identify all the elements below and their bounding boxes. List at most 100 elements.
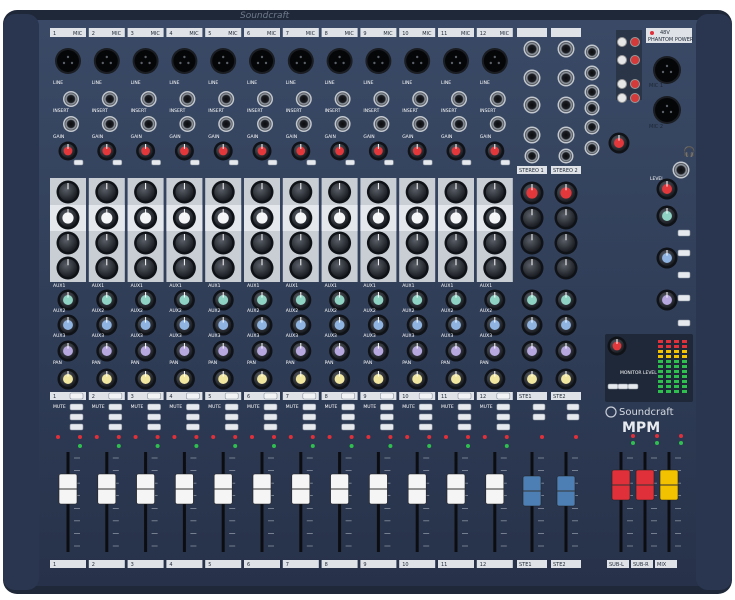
stereo-aux1-knob[interactable]	[555, 289, 577, 311]
pfl-button[interactable]	[108, 403, 123, 411]
stereo-eq-lf-knob[interactable]	[520, 231, 544, 255]
mic-input-xlr[interactable]	[481, 48, 508, 74]
stereo-aux2-knob[interactable]	[555, 314, 577, 336]
aux2-knob[interactable]	[445, 314, 467, 336]
monitor-source-button[interactable]	[627, 383, 639, 390]
route-mix-button[interactable]	[186, 423, 200, 431]
eq-freq-knob[interactable]	[289, 231, 313, 255]
rca-socket-red[interactable]	[630, 93, 640, 103]
eq-lf-knob[interactable]	[328, 256, 352, 280]
master-xlr-right[interactable]	[653, 96, 681, 124]
eq-freq-knob[interactable]	[95, 231, 119, 255]
pfl-button[interactable]	[302, 403, 317, 411]
pfl-button[interactable]	[341, 403, 355, 411]
hpf-button[interactable]	[190, 159, 200, 166]
aux-master-1-knob[interactable]	[656, 205, 678, 227]
gain-knob[interactable]	[252, 141, 272, 161]
route-mix-button[interactable]	[69, 423, 84, 431]
stereo-left-jack[interactable]	[523, 40, 541, 58]
gain-knob[interactable]	[407, 141, 427, 161]
mute-button[interactable]	[224, 392, 239, 400]
aux1-knob[interactable]	[484, 289, 506, 311]
stereo-eq-lf2-knob[interactable]	[554, 256, 578, 280]
eq-hf-knob[interactable]	[328, 180, 352, 204]
line-input-jack[interactable]	[101, 91, 118, 107]
insert-jack[interactable]	[101, 116, 118, 132]
eq-lf-knob[interactable]	[289, 256, 313, 280]
route-mix-button[interactable]	[224, 423, 239, 431]
pan-knob[interactable]	[329, 368, 351, 390]
gain-knob[interactable]	[446, 141, 466, 161]
route-ab-button[interactable]	[186, 413, 200, 421]
gain-knob[interactable]	[291, 141, 311, 161]
monitor-level-knob[interactable]	[608, 132, 630, 154]
eq-lf-knob[interactable]	[95, 256, 119, 280]
line-input-jack[interactable]	[295, 91, 312, 107]
insert-jack[interactable]	[412, 116, 429, 132]
route-ab-button[interactable]	[302, 413, 317, 421]
eq-freq-knob[interactable]	[366, 231, 390, 255]
eq-hf-knob[interactable]	[483, 180, 507, 204]
eq-hf-knob[interactable]	[444, 180, 468, 204]
eq-lf-knob[interactable]	[211, 256, 235, 280]
eq-mid-knob[interactable]	[289, 206, 313, 230]
stereo-aux3-jack[interactable]	[524, 148, 540, 164]
aux-master-2-knob[interactable]	[656, 247, 678, 269]
rca-socket-red[interactable]	[630, 37, 640, 47]
stereo-eq-hf-knob[interactable]	[520, 206, 544, 230]
pfl-button[interactable]	[69, 403, 84, 411]
eq-mid-knob[interactable]	[134, 206, 158, 230]
mute-button[interactable]	[302, 392, 317, 400]
mute-button[interactable]	[457, 392, 472, 400]
eq-freq-knob[interactable]	[56, 231, 80, 255]
stereo-bal-knob[interactable]	[521, 368, 543, 390]
eq-hf-knob[interactable]	[405, 180, 429, 204]
pfl-button[interactable]	[457, 403, 472, 411]
aux1-knob[interactable]	[329, 289, 351, 311]
pan-knob[interactable]	[212, 368, 234, 390]
pan-knob[interactable]	[445, 368, 467, 390]
stereo-eq-hf-knob[interactable]	[554, 206, 578, 230]
gain-knob[interactable]	[485, 141, 505, 161]
eq-lf-knob[interactable]	[405, 256, 429, 280]
eq-hf-knob[interactable]	[134, 180, 158, 204]
rca-socket-red[interactable]	[630, 55, 640, 65]
eq-hf-knob[interactable]	[289, 180, 313, 204]
insert-jack[interactable]	[140, 116, 157, 132]
line-input-jack[interactable]	[179, 91, 196, 107]
aux1-knob[interactable]	[96, 289, 118, 311]
pfl-button[interactable]	[263, 403, 278, 411]
hpf-button[interactable]	[306, 159, 317, 166]
insert-jack[interactable]	[63, 116, 79, 132]
eq-hf-knob[interactable]	[211, 180, 235, 204]
route-ab-button[interactable]	[418, 413, 433, 421]
gain-knob[interactable]	[97, 141, 117, 161]
aux2-knob[interactable]	[212, 314, 234, 336]
eq-mid-knob[interactable]	[444, 206, 468, 230]
master-pfl-button[interactable]	[677, 271, 691, 279]
stereo-left-jack[interactable]	[557, 40, 575, 58]
pfl-button[interactable]	[380, 403, 394, 411]
mic-input-xlr[interactable]	[210, 48, 237, 74]
hpf-button[interactable]	[73, 159, 84, 166]
route-mix-button[interactable]	[263, 423, 278, 431]
route-mix-button[interactable]	[496, 423, 511, 431]
mic-input-xlr[interactable]	[326, 48, 353, 74]
eq-mid-knob[interactable]	[95, 206, 119, 230]
eq-freq-knob[interactable]	[405, 231, 429, 255]
mute-button[interactable]	[69, 392, 84, 400]
gain-knob[interactable]	[330, 141, 350, 161]
stereo-route-button[interactable]	[566, 413, 580, 421]
aux1-knob[interactable]	[367, 289, 389, 311]
line-input-jack[interactable]	[140, 91, 157, 107]
eq-lf-knob[interactable]	[56, 256, 80, 280]
hpf-button[interactable]	[500, 159, 511, 166]
rca-socket-white[interactable]	[617, 37, 627, 47]
master-xlr-left[interactable]	[653, 56, 681, 84]
aux2-knob[interactable]	[329, 314, 351, 336]
route-ab-button[interactable]	[147, 413, 161, 421]
pfl-button[interactable]	[496, 403, 511, 411]
eq-freq-knob[interactable]	[211, 231, 235, 255]
line-input-jack[interactable]	[334, 91, 351, 107]
eq-freq-knob[interactable]	[172, 231, 196, 255]
